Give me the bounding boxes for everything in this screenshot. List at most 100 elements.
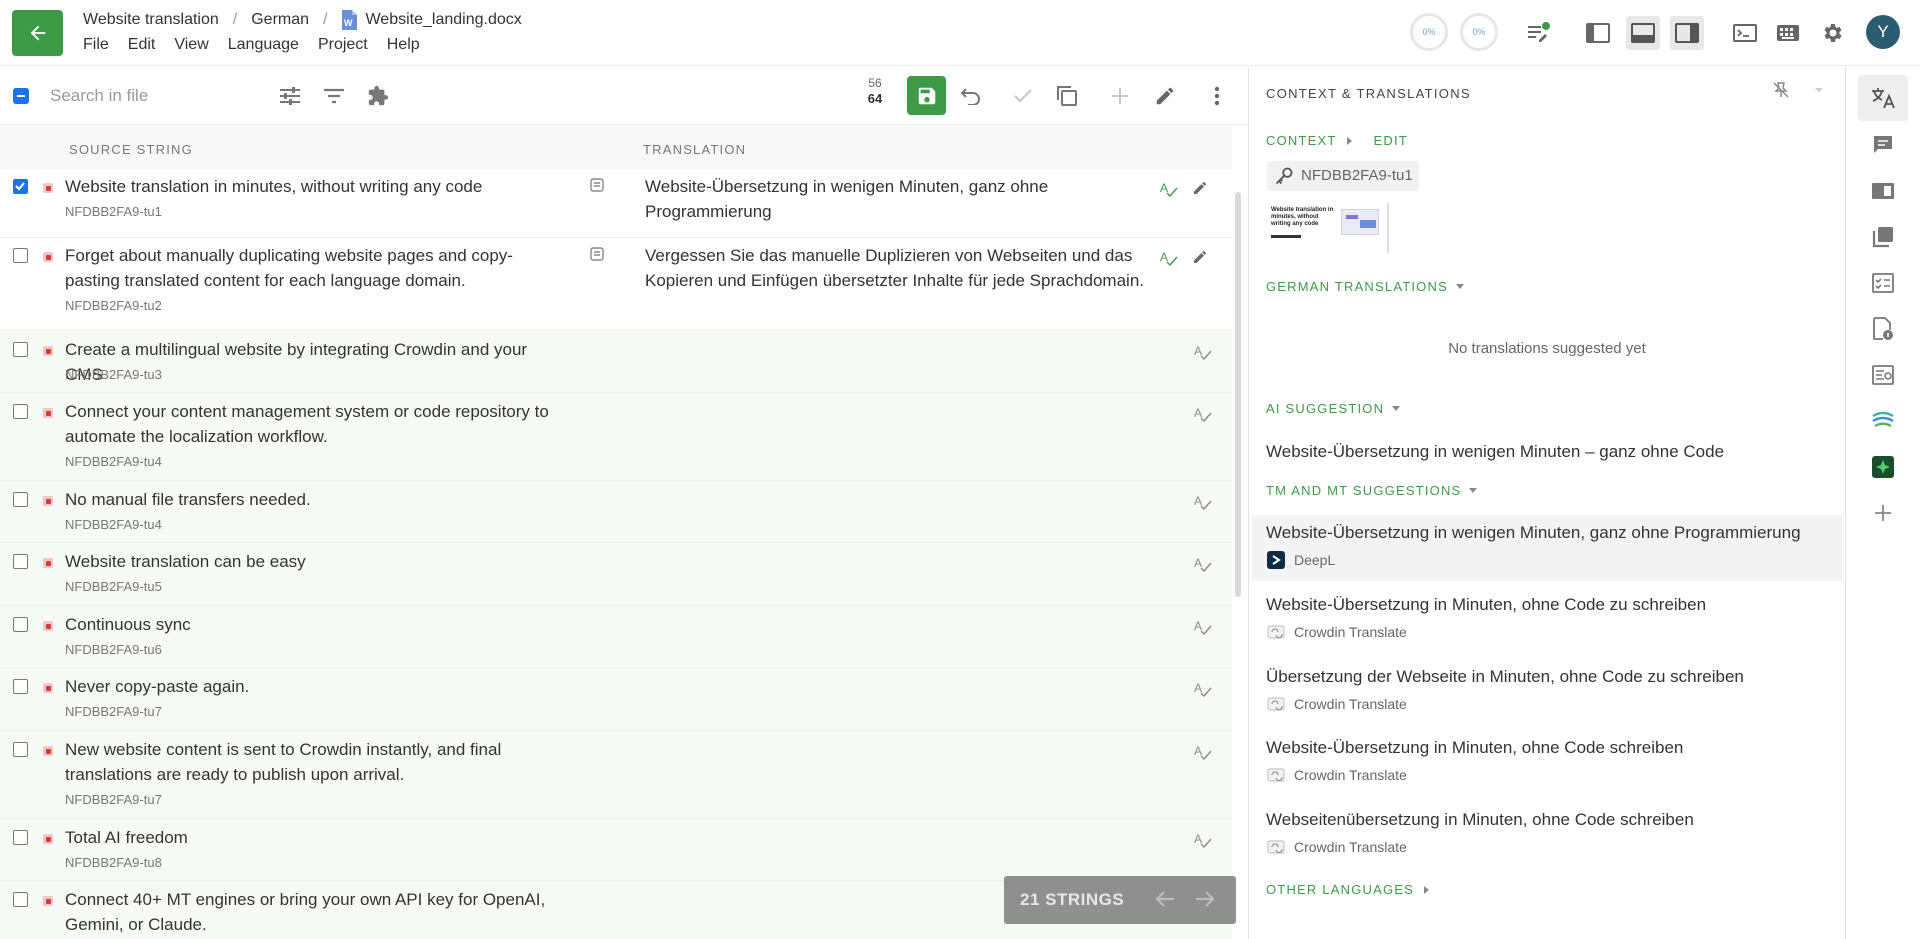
menu-help[interactable]: Help — [387, 36, 420, 54]
context-label[interactable]: CONTEXT — [1266, 133, 1337, 148]
menu-project[interactable]: Project — [318, 36, 368, 54]
german-translations-header[interactable]: GERMAN TRANSLATIONS — [1266, 279, 1464, 294]
qa-notes-icon[interactable] — [1521, 16, 1555, 50]
previous-arrow-icon[interactable] — [1154, 889, 1178, 911]
row-checkbox[interactable] — [13, 179, 28, 194]
puzzle-icon[interactable] — [361, 79, 395, 113]
suggestion-item[interactable]: Webseitenübersetzung in Minuten, ohne Co… — [1252, 802, 1842, 868]
table-row[interactable]: Connect your content management system o… — [0, 393, 1232, 481]
edit-pencil-icon[interactable] — [1148, 79, 1182, 113]
translation-text[interactable]: Website-Übersetzung in wenigen Minuten, … — [645, 174, 1165, 224]
back-button[interactable] — [12, 10, 63, 56]
console-icon[interactable] — [1728, 16, 1762, 50]
layout-bottom-icon[interactable] — [1626, 16, 1660, 50]
pencil-icon[interactable] — [1192, 180, 1210, 198]
ai-assistant-app-icon[interactable] — [1858, 444, 1908, 490]
translate-icon[interactable] — [1858, 75, 1908, 121]
spellcheck-icon[interactable]: A — [1194, 556, 1214, 574]
tm-mt-suggestions-header[interactable]: TM AND MT SUGGESTIONS — [1266, 483, 1478, 498]
add-app-icon[interactable] — [1858, 490, 1908, 536]
string-key-value: NFDBB2FA9-tu1 — [1301, 167, 1413, 184]
add-icon[interactable] — [1103, 79, 1137, 113]
approved-progress[interactable]: 0% — [1460, 13, 1498, 51]
spellcheck-icon[interactable]: A — [1194, 744, 1214, 762]
layout-sidebar-right-icon[interactable] — [1670, 16, 1704, 50]
translation-memory-icon[interactable] — [1858, 214, 1908, 260]
file-info-icon[interactable] — [1858, 306, 1908, 352]
next-arrow-icon[interactable] — [1194, 889, 1218, 911]
ai-suggestion-text[interactable]: Website-Übersetzung in wenigen Minuten –… — [1266, 442, 1724, 462]
approve-check-icon[interactable] — [1006, 79, 1040, 113]
row-checkbox[interactable] — [13, 404, 28, 419]
copy-source-icon[interactable] — [1050, 79, 1084, 113]
row-checkbox[interactable] — [13, 492, 28, 507]
menu-view[interactable]: View — [174, 36, 208, 54]
source-text: Website translation can be easy — [65, 552, 306, 571]
table-row[interactable]: New website content is sent to Crowdin i… — [0, 731, 1232, 819]
glossary-icon[interactable] — [1858, 168, 1908, 214]
filter-icon[interactable] — [317, 79, 351, 113]
row-checkbox[interactable] — [13, 617, 28, 632]
suggestion-item[interactable]: Website-Übersetzung in Minuten, ohne Cod… — [1252, 587, 1842, 653]
table-row[interactable]: Website translation in minutes, without … — [0, 169, 1232, 238]
table-row[interactable]: Total AI freedom NFDBB2FA9-tu8 A — [0, 819, 1232, 881]
context-screenshot-thumbnail[interactable]: Website translation in minutes, without … — [1271, 203, 1389, 253]
ai-suggestion-header[interactable]: AI SUGGESTION — [1266, 401, 1401, 416]
keyboard-icon[interactable] — [1771, 16, 1805, 50]
translated-progress[interactable]: 0% — [1410, 13, 1448, 51]
breadcrumb-language[interactable]: German — [251, 11, 309, 29]
edit-context-link[interactable]: EDIT — [1374, 133, 1408, 148]
spellcheck-icon[interactable]: A — [1194, 832, 1214, 850]
spellcheck-icon[interactable]: A — [1160, 250, 1180, 268]
other-languages-header[interactable]: OTHER LANGUAGES — [1266, 882, 1430, 897]
string-details-icon[interactable] — [1858, 352, 1908, 398]
save-button[interactable] — [907, 76, 946, 115]
menu-language[interactable]: Language — [228, 36, 299, 54]
more-options-icon[interactable] — [1200, 79, 1234, 113]
spellcheck-icon[interactable]: A — [1194, 619, 1214, 637]
qa-checklist-icon[interactable] — [1858, 260, 1908, 306]
row-checkbox[interactable] — [13, 342, 28, 357]
breadcrumb-separator: / — [232, 11, 238, 28]
table-row[interactable]: Forget about manually duplicating websit… — [0, 238, 1232, 331]
undo-icon[interactable] — [954, 79, 988, 113]
spellcheck-icon[interactable]: A — [1160, 181, 1180, 199]
spellcheck-icon[interactable]: A — [1194, 494, 1214, 512]
comments-icon[interactable] — [1858, 122, 1908, 168]
ai-app-waves-icon[interactable] — [1858, 398, 1908, 444]
editor-panel: 56 64 SOURCE STRING TRANSLATION — [0, 67, 1248, 939]
pin-off-icon[interactable] — [1772, 81, 1790, 99]
search-settings-icon[interactable] — [273, 79, 307, 113]
suggestion-item[interactable]: Übersetzung der Webseite in Minuten, ohn… — [1252, 659, 1842, 725]
editor-scrollbar[interactable] — [1235, 192, 1241, 597]
source-text: Connect 40+ MT engines or bring your own… — [65, 890, 546, 934]
collapse-chevron-icon[interactable] — [1814, 86, 1824, 94]
breadcrumb-project[interactable]: Website translation — [83, 11, 219, 29]
table-row[interactable]: No manual file transfers needed. NFDBB2F… — [0, 481, 1232, 543]
avatar[interactable]: Y — [1866, 15, 1900, 49]
layout-sidebar-left-icon[interactable] — [1581, 16, 1615, 50]
table-row[interactable]: Create a multilingual website by integra… — [0, 331, 1232, 393]
row-checkbox[interactable] — [13, 554, 28, 569]
menu-file[interactable]: File — [83, 36, 109, 54]
spellcheck-icon[interactable]: A — [1194, 344, 1214, 362]
select-all-checkbox[interactable] — [13, 88, 29, 104]
search-input[interactable] — [50, 81, 270, 111]
table-row[interactable]: Continuous sync NFDBB2FA9-tu6 A — [0, 606, 1232, 668]
gear-icon[interactable] — [1816, 16, 1850, 50]
pencil-icon[interactable] — [1192, 249, 1210, 267]
row-checkbox[interactable] — [13, 742, 28, 757]
table-row[interactable]: Website translation can be easy NFDBB2FA… — [0, 543, 1232, 606]
spellcheck-icon[interactable]: A — [1194, 681, 1214, 699]
menu-edit[interactable]: Edit — [128, 36, 156, 54]
string-key-chip: NFDBB2FA9-tu1 — [1267, 161, 1419, 191]
row-checkbox[interactable] — [13, 679, 28, 694]
spellcheck-icon[interactable]: A — [1194, 406, 1214, 424]
table-row[interactable]: Never copy-paste again. NFDBB2FA9-tu7 A — [0, 668, 1232, 731]
suggestion-item[interactable]: Website-Übersetzung in Minuten, ohne Cod… — [1252, 730, 1842, 796]
translation-text[interactable]: Vergessen Sie das manuelle Duplizieren v… — [645, 243, 1150, 293]
row-checkbox[interactable] — [13, 892, 28, 907]
row-checkbox[interactable] — [13, 248, 28, 263]
suggestion-item[interactable]: Website-Übersetzung in wenigen Minuten, … — [1252, 515, 1842, 581]
row-checkbox[interactable] — [13, 830, 28, 845]
